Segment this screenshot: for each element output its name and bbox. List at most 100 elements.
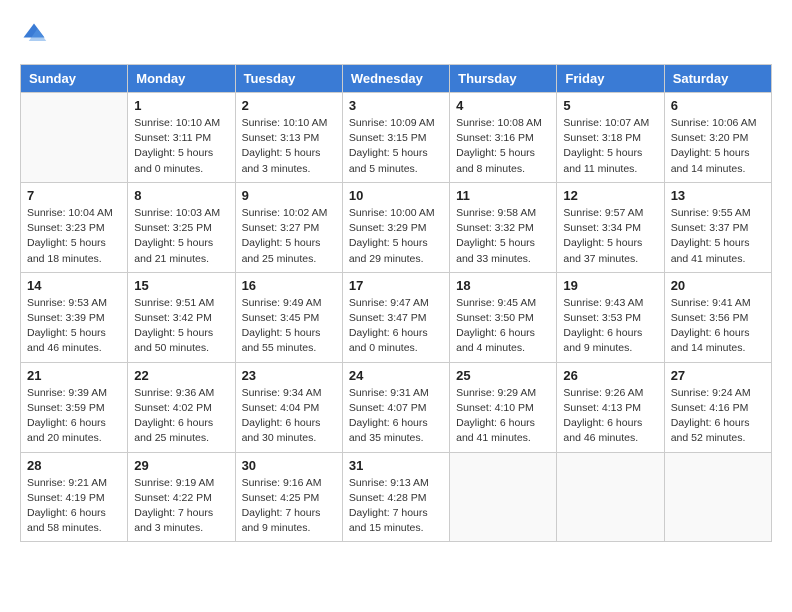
- day-number: 17: [349, 278, 443, 293]
- calendar-week: 21 Sunrise: 9:39 AMSunset: 3:59 PMDayligh…: [21, 362, 772, 452]
- day-info: Sunrise: 9:34 AMSunset: 4:04 PMDaylight:…: [242, 386, 336, 447]
- weekday-cell: Sunday: [21, 65, 128, 93]
- day-number: 9: [242, 188, 336, 203]
- day-info: Sunrise: 10:06 AMSunset: 3:20 PMDaylight…: [671, 116, 765, 177]
- day-info: Sunrise: 9:13 AMSunset: 4:28 PMDaylight:…: [349, 476, 443, 537]
- day-number: 8: [134, 188, 228, 203]
- calendar-cell: 16 Sunrise: 9:49 AMSunset: 3:45 PMDayligh…: [235, 272, 342, 362]
- day-number: 6: [671, 98, 765, 113]
- calendar-cell: 2 Sunrise: 10:10 AMSunset: 3:13 PMDayligh…: [235, 93, 342, 183]
- calendar-cell: 27Sunrise: 9:24 AMSunset: 4:16 PMDayligh…: [664, 362, 771, 452]
- calendar-cell: 17 Sunrise: 9:47 AMSunset: 3:47 PMDayligh…: [342, 272, 449, 362]
- calendar-cell: 3 Sunrise: 10:09 AMSunset: 3:15 PMDayligh…: [342, 93, 449, 183]
- day-info: Sunrise: 9:58 AMSunset: 3:32 PMDaylight:…: [456, 206, 550, 267]
- calendar-cell: 28 Sunrise: 9:21 AMSunset: 4:19 PMDayligh…: [21, 452, 128, 542]
- calendar-cell: 23Sunrise: 9:34 AMSunset: 4:04 PMDayligh…: [235, 362, 342, 452]
- logo: [20, 20, 52, 48]
- calendar-cell: 21 Sunrise: 9:39 AMSunset: 3:59 PMDayligh…: [21, 362, 128, 452]
- calendar-cell: 4 Sunrise: 10:08 AMSunset: 3:16 PMDayligh…: [450, 93, 557, 183]
- day-number: 21: [27, 368, 121, 383]
- day-number: 24: [349, 368, 443, 383]
- day-info: Sunrise: 10:07 AMSunset: 3:18 PMDaylight…: [563, 116, 657, 177]
- day-number: 14: [27, 278, 121, 293]
- day-number: 2: [242, 98, 336, 113]
- day-number: 16: [242, 278, 336, 293]
- weekday-header: SundayMondayTuesdayWednesdayThursdayFrid…: [21, 65, 772, 93]
- day-info: Sunrise: 10:08 AMSunset: 3:16 PMDaylight…: [456, 116, 550, 177]
- day-info: Sunrise: 9:19 AMSunset: 4:22 PMDaylight:…: [134, 476, 228, 537]
- day-number: 1: [134, 98, 228, 113]
- day-number: 15: [134, 278, 228, 293]
- calendar-cell: 29 Sunrise: 9:19 AMSunset: 4:22 PMDayligh…: [128, 452, 235, 542]
- weekday-cell: Tuesday: [235, 65, 342, 93]
- day-info: Sunrise: 9:26 AMSunset: 4:13 PMDaylight:…: [563, 386, 657, 447]
- calendar-cell: 18 Sunrise: 9:45 AMSunset: 3:50 PMDayligh…: [450, 272, 557, 362]
- day-number: 12: [563, 188, 657, 203]
- day-info: Sunrise: 10:09 AMSunset: 3:15 PMDaylight…: [349, 116, 443, 177]
- day-number: 11: [456, 188, 550, 203]
- day-info: Sunrise: 9:21 AMSunset: 4:19 PMDaylight:…: [27, 476, 121, 537]
- calendar-cell: 20 Sunrise: 9:41 AMSunset: 3:56 PMDayligh…: [664, 272, 771, 362]
- day-number: 26: [563, 368, 657, 383]
- calendar-cell: 26 Sunrise: 9:26 AMSunset: 4:13 PMDayligh…: [557, 362, 664, 452]
- calendar-cell: 25 Sunrise: 9:29 AMSunset: 4:10 PMDayligh…: [450, 362, 557, 452]
- weekday-cell: Saturday: [664, 65, 771, 93]
- day-info: Sunrise: 10:04 AMSunset: 3:23 PMDaylight…: [27, 206, 121, 267]
- calendar-body: 1 Sunrise: 10:10 AMSunset: 3:11 PMDayligh…: [21, 93, 772, 542]
- day-info: Sunrise: 10:10 AMSunset: 3:11 PMDaylight…: [134, 116, 228, 177]
- day-info: Sunrise: 9:41 AMSunset: 3:56 PMDaylight:…: [671, 296, 765, 357]
- day-info: Sunrise: 9:36 AMSunset: 4:02 PMDaylight:…: [134, 386, 228, 447]
- day-number: 5: [563, 98, 657, 113]
- day-number: 18: [456, 278, 550, 293]
- day-number: 3: [349, 98, 443, 113]
- day-number: 20: [671, 278, 765, 293]
- calendar-cell: 8 Sunrise: 10:03 AMSunset: 3:25 PMDayligh…: [128, 182, 235, 272]
- calendar-cell: 1 Sunrise: 10:10 AMSunset: 3:11 PMDayligh…: [128, 93, 235, 183]
- calendar-week: 28 Sunrise: 9:21 AMSunset: 4:19 PMDayligh…: [21, 452, 772, 542]
- calendar-cell: 15 Sunrise: 9:51 AMSunset: 3:42 PMDayligh…: [128, 272, 235, 362]
- calendar-week: 7 Sunrise: 10:04 AMSunset: 3:23 PMDayligh…: [21, 182, 772, 272]
- day-info: Sunrise: 10:03 AMSunset: 3:25 PMDaylight…: [134, 206, 228, 267]
- day-info: Sunrise: 9:49 AMSunset: 3:45 PMDaylight:…: [242, 296, 336, 357]
- calendar-cell: 11 Sunrise: 9:58 AMSunset: 3:32 PMDayligh…: [450, 182, 557, 272]
- day-number: 28: [27, 458, 121, 473]
- day-number: 25: [456, 368, 550, 383]
- calendar-cell: [664, 452, 771, 542]
- day-number: 13: [671, 188, 765, 203]
- calendar-cell: 9 Sunrise: 10:02 AMSunset: 3:27 PMDayligh…: [235, 182, 342, 272]
- day-info: Sunrise: 10:00 AMSunset: 3:29 PMDaylight…: [349, 206, 443, 267]
- day-info: Sunrise: 9:45 AMSunset: 3:50 PMDaylight:…: [456, 296, 550, 357]
- calendar-cell: 31Sunrise: 9:13 AMSunset: 4:28 PMDayligh…: [342, 452, 449, 542]
- day-number: 22: [134, 368, 228, 383]
- weekday-cell: Wednesday: [342, 65, 449, 93]
- day-number: 7: [27, 188, 121, 203]
- day-info: Sunrise: 9:29 AMSunset: 4:10 PMDaylight:…: [456, 386, 550, 447]
- day-info: Sunrise: 9:57 AMSunset: 3:34 PMDaylight:…: [563, 206, 657, 267]
- calendar-cell: 19 Sunrise: 9:43 AMSunset: 3:53 PMDayligh…: [557, 272, 664, 362]
- calendar-cell: 7 Sunrise: 10:04 AMSunset: 3:23 PMDayligh…: [21, 182, 128, 272]
- calendar-cell: 14Sunrise: 9:53 AMSunset: 3:39 PMDayligh…: [21, 272, 128, 362]
- calendar: SundayMondayTuesdayWednesdayThursdayFrid…: [20, 64, 772, 542]
- day-info: Sunrise: 9:55 AMSunset: 3:37 PMDaylight:…: [671, 206, 765, 267]
- calendar-cell: [21, 93, 128, 183]
- day-info: Sunrise: 9:43 AMSunset: 3:53 PMDaylight:…: [563, 296, 657, 357]
- weekday-cell: Thursday: [450, 65, 557, 93]
- weekday-cell: Friday: [557, 65, 664, 93]
- calendar-cell: 24Sunrise: 9:31 AMSunset: 4:07 PMDayligh…: [342, 362, 449, 452]
- calendar-cell: [450, 452, 557, 542]
- day-info: Sunrise: 9:39 AMSunset: 3:59 PMDaylight:…: [27, 386, 121, 447]
- calendar-cell: 30Sunrise: 9:16 AMSunset: 4:25 PMDayligh…: [235, 452, 342, 542]
- day-info: Sunrise: 9:51 AMSunset: 3:42 PMDaylight:…: [134, 296, 228, 357]
- calendar-cell: 22 Sunrise: 9:36 AMSunset: 4:02 PMDayligh…: [128, 362, 235, 452]
- day-info: Sunrise: 10:02 AMSunset: 3:27 PMDaylight…: [242, 206, 336, 267]
- day-info: Sunrise: 10:10 AMSunset: 3:13 PMDaylight…: [242, 116, 336, 177]
- calendar-cell: 12 Sunrise: 9:57 AMSunset: 3:34 PMDayligh…: [557, 182, 664, 272]
- day-number: 29: [134, 458, 228, 473]
- day-info: Sunrise: 9:24 AMSunset: 4:16 PMDaylight:…: [671, 386, 765, 447]
- calendar-week: 1 Sunrise: 10:10 AMSunset: 3:11 PMDayligh…: [21, 93, 772, 183]
- day-info: Sunrise: 9:47 AMSunset: 3:47 PMDaylight:…: [349, 296, 443, 357]
- day-number: 19: [563, 278, 657, 293]
- day-number: 4: [456, 98, 550, 113]
- calendar-cell: 5 Sunrise: 10:07 AMSunset: 3:18 PMDayligh…: [557, 93, 664, 183]
- calendar-week: 14Sunrise: 9:53 AMSunset: 3:39 PMDayligh…: [21, 272, 772, 362]
